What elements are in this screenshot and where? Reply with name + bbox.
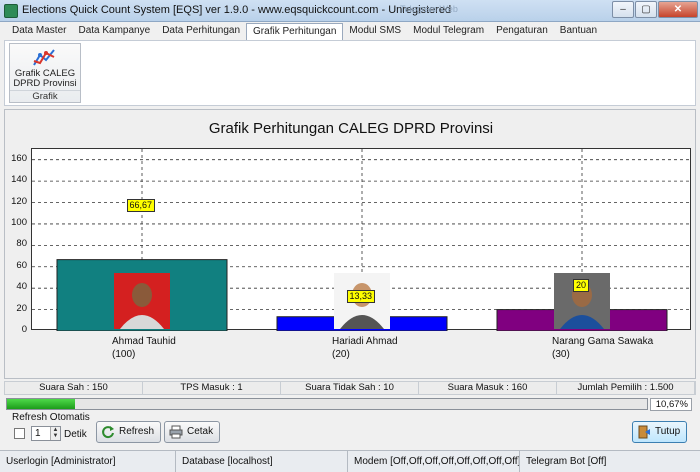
ribbon-group-label: Grafik [10, 90, 80, 102]
y-tick-label: 60 [16, 259, 27, 271]
close-window-button[interactable]: ✕ [658, 1, 698, 18]
refresh-unit-label: Detik [64, 429, 87, 440]
print-button[interactable]: Cetak [164, 421, 221, 443]
app-icon [4, 4, 18, 18]
tab-data-kampanye[interactable]: Data Kampanye [72, 23, 156, 40]
y-tick-label: 140 [11, 174, 27, 186]
background-window-title: Telegram Web [400, 4, 458, 14]
chart-title: Grafik Perhitungan CALEG DPRD Provinsi [208, 120, 494, 137]
auto-refresh-checkbox[interactable] [14, 428, 25, 439]
bar-value-label: 66,67 [126, 199, 156, 213]
maximize-button[interactable]: ▢ [635, 1, 657, 18]
x-category-count: (30) [552, 349, 570, 360]
grafik-caleg-label-2: DPRD Provinsi [13, 78, 77, 89]
tutup-button-label: Tutup [655, 426, 681, 437]
candidate-photo [114, 273, 170, 329]
y-tick-label: 20 [16, 302, 27, 314]
y-tick-label: 120 [11, 195, 27, 207]
refresh-interval-stepper[interactable]: 1 ▲ ▼ [31, 426, 61, 441]
tab-modul-telegram[interactable]: Modul Telegram [407, 23, 490, 40]
progress-bar [6, 398, 648, 410]
tutup-button[interactable]: Tutup [632, 421, 688, 443]
stat-suara-sah: Suara Sah : 150 [5, 382, 143, 394]
ribbon-panel: Grafik CALEG DPRD Provinsi Grafik [4, 40, 696, 106]
refresh-button[interactable]: Refresh [96, 421, 162, 443]
y-tick-label: 80 [16, 238, 27, 250]
status-modem: Modem [Off,Off,Off,Off,Off,Off,Off,Off] [348, 451, 520, 472]
x-category-count: (20) [332, 349, 350, 360]
stat-jumlah-pemilih: Jumlah Pemilih : 1.500 [557, 382, 695, 394]
status-bar: Userlogin [Administrator] Database [loca… [0, 450, 700, 472]
y-tick-label: 100 [11, 216, 27, 228]
refresh-group-label: Refresh Otomatis [12, 412, 90, 423]
minimize-button[interactable]: – [612, 1, 634, 18]
x-category-label: Narang Gama Sawaka [552, 336, 654, 347]
status-userlogin: Userlogin [Administrator] [0, 451, 176, 472]
printer-icon [169, 425, 183, 439]
title-bar: Elections Quick Count System [EQS] ver 1… [0, 0, 700, 22]
chart-panel: Grafik Perhitungan CALEG DPRD Provinsi 0… [4, 109, 696, 379]
y-tick-label: 0 [21, 324, 27, 335]
tab-grafik-perhitungan[interactable]: Grafik Perhitungan [246, 23, 344, 40]
window-title: Elections Quick Count System [EQS] ver 1… [22, 4, 452, 16]
tab-modul-sms[interactable]: Modul SMS [343, 23, 407, 40]
status-database: Database [localhost] [176, 451, 348, 472]
grafik-caleg-button[interactable]: Grafik CALEG DPRD Provinsi Grafik [9, 43, 81, 103]
progress-percent: 10,67% [650, 398, 692, 411]
stat-tps-masuk: TPS Masuk : 1 [143, 382, 281, 394]
print-button-label: Cetak [187, 426, 214, 437]
stat-suara-masuk: Suara Masuk : 160 [419, 382, 557, 394]
main-tabs: Data Master Data Kampanye Data Perhitung… [6, 23, 603, 40]
stat-suara-tidak-sah: Suara Tidak Sah : 10 [281, 382, 419, 394]
x-category-label: Ahmad Tauhid [112, 336, 176, 347]
progress-fill [7, 399, 76, 409]
x-category-label: Hariadi Ahmad [332, 336, 398, 347]
bar-value-label: 13,33 [346, 290, 376, 304]
refresh-icon [102, 426, 114, 439]
exit-door-icon [638, 425, 650, 439]
stepper-arrows-icon[interactable]: ▲ ▼ [50, 427, 60, 440]
line-chart-icon [33, 49, 55, 66]
plot-svg [32, 149, 692, 331]
x-category-count: (100) [112, 349, 136, 360]
bar-value-label: 20 [573, 279, 590, 293]
y-tick-label: 160 [11, 152, 27, 164]
stats-bar: Suara Sah : 150 TPS Masuk : 1 Suara Tida… [4, 381, 696, 395]
y-tick-label: 40 [16, 281, 27, 293]
tab-data-perhitungan[interactable]: Data Perhitungan [156, 23, 246, 40]
refresh-button-label: Refresh [119, 426, 155, 437]
refresh-interval-value: 1 [35, 428, 41, 439]
tab-data-master[interactable]: Data Master [6, 23, 72, 40]
status-telegram: Telegram Bot [Off] [526, 456, 607, 467]
tab-bantuan[interactable]: Bantuan [554, 23, 603, 40]
tab-pengaturan[interactable]: Pengaturan [490, 23, 554, 40]
